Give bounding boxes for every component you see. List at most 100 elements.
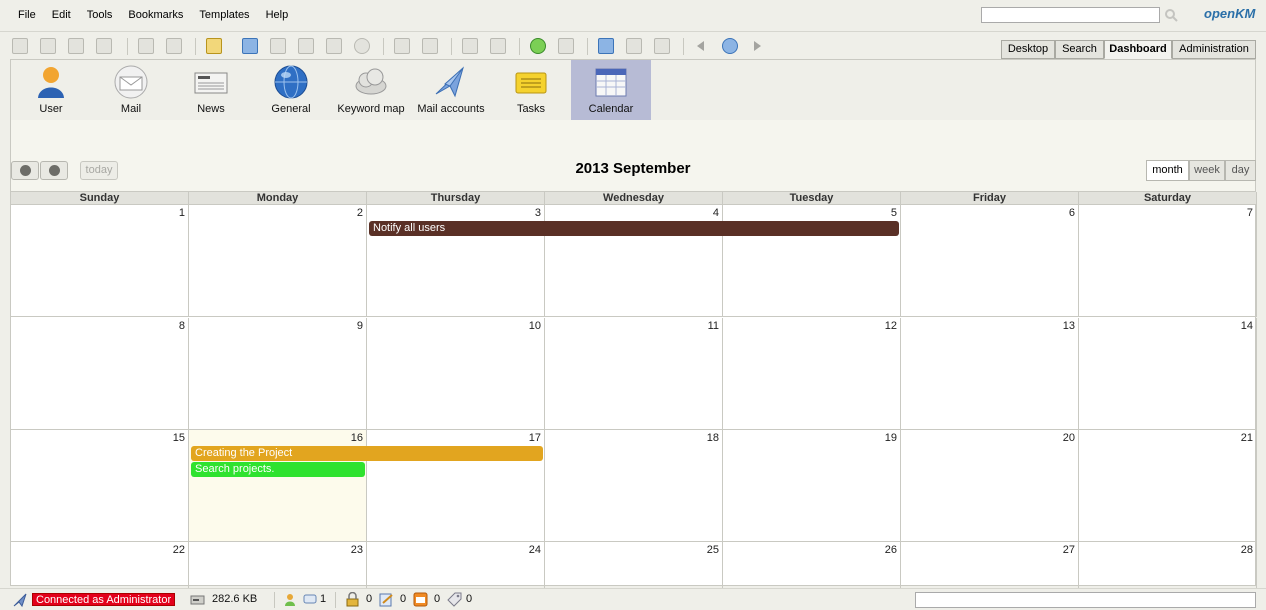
dashboard-tab-calendar[interactable]: Calendar — [571, 60, 651, 120]
lock-icon[interactable] — [138, 38, 154, 54]
calendar-event[interactable]: Notify all users — [369, 221, 899, 236]
day-number[interactable]: 1 — [179, 207, 185, 219]
menu-tools[interactable]: Tools — [79, 8, 121, 22]
add-image-icon[interactable] — [270, 38, 286, 54]
menu-templates[interactable]: Templates — [191, 8, 257, 22]
clock-icon[interactable] — [722, 38, 738, 54]
prev-month-button[interactable] — [11, 161, 39, 180]
dashboard-tab-general[interactable]: General — [251, 60, 331, 120]
tab-search[interactable]: Search — [1055, 40, 1104, 59]
day-cell[interactable]: 13 — [901, 318, 1079, 430]
day-number[interactable]: 28 — [1241, 544, 1253, 556]
day-cell[interactable]: 10 — [367, 318, 545, 430]
menu-bookmarks[interactable]: Bookmarks — [120, 8, 191, 22]
unsubscribe-icon[interactable] — [490, 38, 506, 54]
day-number[interactable]: 14 — [1241, 320, 1253, 332]
dashboard-tab-news[interactable]: News — [171, 60, 251, 120]
day-cell[interactable]: 20 — [901, 430, 1079, 542]
forward-arrow-icon[interactable] — [750, 39, 764, 53]
day-number[interactable]: 26 — [885, 544, 897, 556]
day-number[interactable]: 22 — [173, 544, 185, 556]
day-number[interactable]: 16 — [351, 432, 363, 444]
tag-icon[interactable] — [447, 592, 462, 607]
day-number[interactable]: 24 — [529, 544, 541, 556]
add-file-icon[interactable] — [242, 38, 258, 54]
view-week-button[interactable]: week — [1189, 160, 1225, 181]
menu-file[interactable]: File — [10, 8, 44, 22]
dashboard-tab-mail-accounts[interactable]: Mail accounts — [411, 60, 491, 120]
day-cell[interactable]: 1 — [11, 205, 189, 317]
next-month-button[interactable] — [40, 161, 68, 180]
add-bookmark-icon[interactable] — [598, 38, 614, 54]
mail-notification-icon[interactable] — [413, 592, 428, 607]
unlock-icon[interactable] — [166, 38, 182, 54]
tab-dashboard[interactable]: Dashboard — [1104, 40, 1172, 59]
scanner-icon[interactable] — [12, 38, 28, 54]
calendar-event[interactable]: Creating the Project — [191, 446, 543, 461]
view-month-button[interactable]: month — [1146, 160, 1189, 181]
day-cell[interactable]: 15 — [11, 430, 189, 542]
day-cell[interactable]: 9 — [189, 318, 367, 430]
day-number[interactable]: 3 — [535, 207, 541, 219]
day-number[interactable]: 18 — [707, 432, 719, 444]
day-cell[interactable]: 14 — [1079, 318, 1257, 430]
search-icon[interactable] — [1164, 8, 1178, 22]
tab-desktop[interactable]: Desktop — [1001, 40, 1055, 59]
edit-document-icon[interactable] — [68, 38, 84, 54]
tab-administration[interactable]: Administration — [1172, 40, 1256, 59]
day-cell[interactable]: 11 — [545, 318, 723, 430]
day-number[interactable]: 12 — [885, 320, 897, 332]
refresh-icon[interactable] — [530, 38, 546, 54]
day-cell[interactable]: 21 — [1079, 430, 1257, 542]
day-number[interactable]: 17 — [529, 432, 541, 444]
today-button[interactable]: today — [80, 161, 118, 180]
day-number[interactable]: 4 — [713, 207, 719, 219]
day-number[interactable]: 20 — [1063, 432, 1075, 444]
view-day-button[interactable]: day — [1225, 160, 1256, 181]
properties-icon[interactable] — [394, 38, 410, 54]
day-number[interactable]: 23 — [351, 544, 363, 556]
menu-edit[interactable]: Edit — [44, 8, 79, 22]
day-cell[interactable]: 7 — [1079, 205, 1257, 317]
subscribe-icon[interactable] — [462, 38, 478, 54]
calendar-event[interactable]: Search projects. — [191, 462, 365, 477]
copy-icon[interactable] — [298, 38, 314, 54]
back-arrow-icon[interactable] — [694, 39, 708, 53]
day-cell[interactable]: 12 — [723, 318, 901, 430]
day-number[interactable]: 11 — [708, 320, 719, 332]
add-folder-icon[interactable] — [206, 38, 222, 54]
day-number[interactable]: 6 — [1069, 207, 1075, 219]
day-number[interactable]: 9 — [357, 320, 363, 332]
home-icon[interactable] — [558, 38, 574, 54]
add-document-icon[interactable] — [40, 38, 56, 54]
day-number[interactable]: 21 — [1241, 432, 1253, 444]
day-number[interactable]: 10 — [529, 320, 541, 332]
print-icon[interactable] — [96, 38, 112, 54]
workflow-icon[interactable] — [422, 38, 438, 54]
day-number[interactable]: 19 — [885, 432, 897, 444]
checkout-documents-icon[interactable] — [379, 592, 394, 607]
menu-help[interactable]: Help — [258, 8, 297, 22]
day-cell[interactable]: 2 — [189, 205, 367, 317]
quick-search-input[interactable] — [981, 7, 1160, 23]
day-number[interactable]: 5 — [891, 207, 897, 219]
dashboard-tab-tasks[interactable]: Tasks — [491, 60, 571, 120]
day-number[interactable]: 15 — [173, 432, 185, 444]
dashboard-tab-mail[interactable]: Mail — [91, 60, 171, 120]
move-icon[interactable] — [326, 38, 342, 54]
day-number[interactable]: 8 — [179, 320, 185, 332]
day-number[interactable]: 13 — [1063, 320, 1075, 332]
locked-documents-icon[interactable] — [345, 592, 360, 607]
day-cell[interactable]: 19 — [723, 430, 901, 542]
day-cell[interactable]: 8 — [11, 318, 189, 430]
day-number[interactable]: 27 — [1063, 544, 1075, 556]
day-number[interactable]: 2 — [357, 207, 363, 219]
day-number[interactable]: 25 — [707, 544, 719, 556]
day-cell[interactable]: 18 — [545, 430, 723, 542]
dashboard-tab-user[interactable]: User — [11, 60, 91, 120]
scan-document-icon[interactable] — [626, 38, 642, 54]
day-number[interactable]: 7 — [1247, 207, 1253, 219]
day-cell[interactable]: 6 — [901, 205, 1079, 317]
dashboard-tab-keyword-map[interactable]: Keyword map — [331, 60, 411, 120]
delete-icon[interactable] — [354, 38, 370, 54]
